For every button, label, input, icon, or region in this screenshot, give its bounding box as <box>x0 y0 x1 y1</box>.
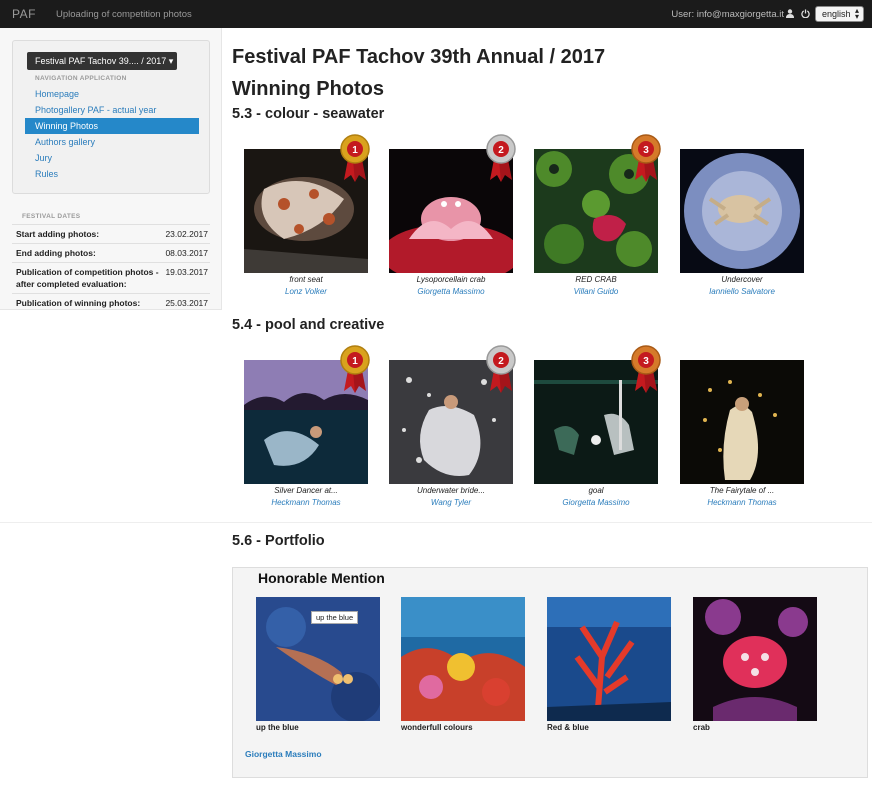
nav-list: Homepage Photogallery PAF - actual year … <box>25 86 199 182</box>
table-row: Start adding photos: 23.02.2017 <box>12 224 210 244</box>
photo-author-link[interactable]: Heckmann Thomas <box>244 498 368 507</box>
photo-author-link[interactable]: Lonz Volker <box>244 287 368 296</box>
silver-medal-icon: 2 <box>486 345 516 393</box>
photo-author-link[interactable]: Ianniello Salvatore <box>680 287 804 296</box>
date-value: 23.02.2017 <box>161 224 210 244</box>
portfolio-photo-caption: wonderfull colours <box>401 723 473 732</box>
brand-logo[interactable]: PAF <box>12 7 36 21</box>
section-heading-portfolio: 5.6 - Portfolio <box>232 533 325 549</box>
date-label: Start adding photos: <box>12 224 162 244</box>
date-label: End adding photos: <box>12 243 162 263</box>
photo-caption: Underwater bride... <box>416 486 486 495</box>
portfolio-author-link[interactable]: Giorgetta Massimo <box>245 749 322 759</box>
portfolio-photo-thumbnail[interactable] <box>547 597 671 721</box>
photo-caption: RED CRAB <box>575 275 617 284</box>
bronze-medal-icon: 3 <box>631 134 661 182</box>
select-arrows-icon: ▴ ▾ <box>854 6 859 21</box>
winning-photo-thumbnail[interactable] <box>680 360 804 484</box>
user-icon[interactable] <box>786 9 794 18</box>
photo-caption: Silver Dancer at... <box>274 486 338 495</box>
photo-fairytale <box>680 360 804 484</box>
page-subtitle: Winning Photos <box>232 78 385 100</box>
date-value: 08.03.2017 <box>161 243 210 263</box>
language-value: english <box>822 9 851 19</box>
section-heading-colour-seawater: 5.3 - colour - seawater <box>232 106 385 122</box>
user-label: User: info@maxgiorgetta.it <box>671 9 784 20</box>
portfolio-photo-thumbnail[interactable] <box>401 597 525 721</box>
nav-header: NAVIGATION APPLICATION <box>35 75 127 82</box>
svg-text:2: 2 <box>498 356 504 367</box>
date-label: Publication of winning photos: <box>12 293 162 312</box>
section-heading-pool-creative: 5.4 - pool and creative <box>232 317 385 333</box>
sidebar: Festival PAF Tachov 39.... / 2017 ▾ NAVI… <box>0 28 222 312</box>
table-row: End adding photos: 08.03.2017 <box>12 243 210 263</box>
portfolio-photo-caption: crab <box>693 723 710 732</box>
date-value: 25.03.2017 <box>161 293 210 312</box>
photo-tooltip: up the blue <box>311 611 359 624</box>
nav-item-photogallery[interactable]: Photogallery PAF - actual year <box>25 102 199 118</box>
nav-item-authors-gallery[interactable]: Authors gallery <box>25 134 199 150</box>
portfolio-photo-thumbnail[interactable] <box>693 597 817 721</box>
photo-wonderfull-colours <box>401 597 525 721</box>
date-value: 19.03.2017 <box>161 262 210 294</box>
photo-caption: Undercover <box>721 275 763 284</box>
divider <box>0 522 872 523</box>
language-select[interactable]: english ▴ ▾ <box>815 6 864 22</box>
photo-caption: goal <box>588 486 604 495</box>
photo-author-link[interactable]: Villani Guido <box>534 287 658 296</box>
svg-text:1: 1 <box>352 356 358 367</box>
date-label: Publication of competition photos - afte… <box>12 262 162 294</box>
table-row: Publication of winning photos: 25.03.201… <box>12 293 210 312</box>
festival-dates-table: Start adding photos: 23.02.2017 End addi… <box>12 224 210 312</box>
photo-author-link[interactable]: Wang Tyler <box>389 498 513 507</box>
nav-item-jury[interactable]: Jury <box>25 150 199 166</box>
portfolio-photo-thumbnail[interactable]: up the blue <box>256 597 380 721</box>
photo-red-and-blue <box>547 597 671 721</box>
nav-item-rules[interactable]: Rules <box>25 166 199 182</box>
photo-caption: front seat <box>289 275 323 284</box>
winning-photo-thumbnail[interactable] <box>680 149 804 273</box>
festival-dropdown-button[interactable]: Festival PAF Tachov 39.... / 2017 ▾ <box>27 52 177 70</box>
photo-author-link[interactable]: Heckmann Thomas <box>680 498 804 507</box>
nav-item-homepage[interactable]: Homepage <box>25 86 199 102</box>
power-icon[interactable] <box>801 9 810 18</box>
photo-crab <box>693 597 817 721</box>
festival-dates-title: FESTIVAL DATES <box>22 213 81 220</box>
svg-text:2: 2 <box>498 145 504 156</box>
honorable-mention-panel: Honorable Mention up the blue up the blu… <box>232 567 868 778</box>
table-row: Publication of competition photos - afte… <box>12 262 210 294</box>
navigation-panel: Festival PAF Tachov 39.... / 2017 ▾ NAVI… <box>12 40 210 194</box>
silver-medal-icon: 2 <box>486 134 516 182</box>
portfolio-photo-caption: up the blue <box>256 723 299 732</box>
photo-author-link[interactable]: Giorgetta Massimo <box>389 287 513 296</box>
bronze-medal-icon: 3 <box>631 345 661 393</box>
photo-caption: The Fairytale of ... <box>709 486 775 495</box>
svg-text:3: 3 <box>643 356 649 367</box>
gold-medal-icon: 1 <box>340 345 370 393</box>
app-title: Uploading of competition photos <box>56 9 192 20</box>
svg-text:3: 3 <box>643 145 649 156</box>
photo-author-link[interactable]: Giorgetta Massimo <box>534 498 658 507</box>
svg-text:1: 1 <box>352 145 358 156</box>
top-navbar: PAF Uploading of competition photos User… <box>0 0 872 28</box>
nav-item-winning-photos[interactable]: Winning Photos <box>25 118 199 134</box>
honorable-mention-title: Honorable Mention <box>258 570 385 586</box>
page-title: Festival PAF Tachov 39th Annual / 2017 <box>232 46 606 68</box>
photo-undercover <box>680 149 804 273</box>
gold-medal-icon: 1 <box>340 134 370 182</box>
portfolio-photo-caption: Red & blue <box>547 723 589 732</box>
photo-caption: Lysoporcellain crab <box>416 275 486 284</box>
